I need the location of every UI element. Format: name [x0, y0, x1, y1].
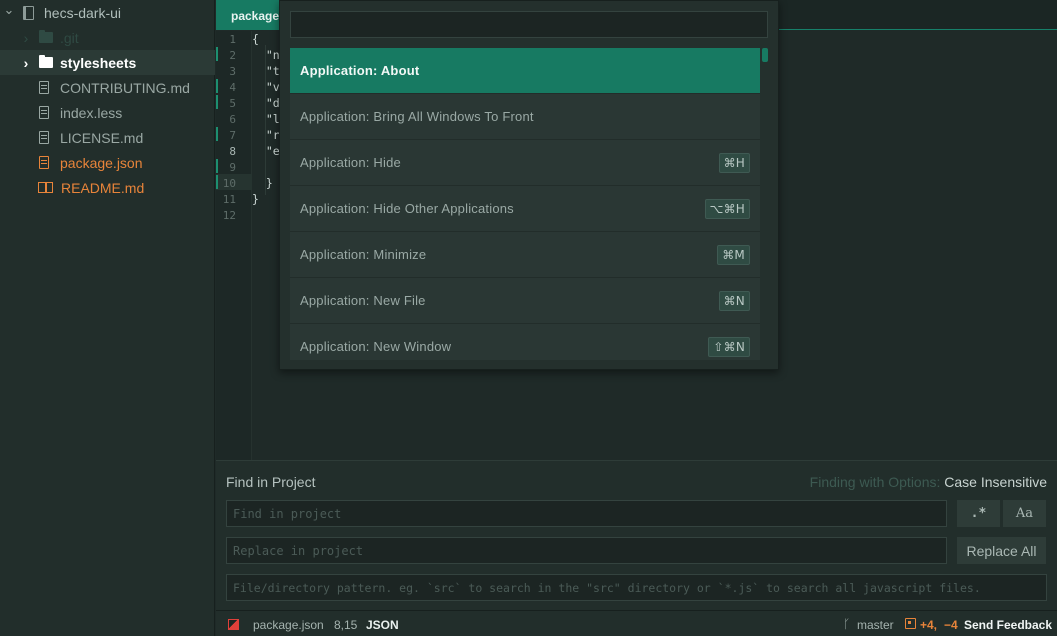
status-grammar[interactable]: JSON: [366, 618, 399, 632]
keybinding: ⌘H: [718, 153, 750, 173]
git-branch-icon: ᚴ: [843, 617, 851, 631]
tree-item-label: LICENSE.md: [60, 129, 144, 146]
case-sensitive-toggle-button[interactable]: Aa: [1003, 500, 1046, 527]
command-label: Application: Hide: [300, 155, 401, 170]
repo-icon: [23, 5, 34, 20]
file-text-icon: [39, 106, 49, 119]
code-line: }: [252, 192, 259, 206]
chevron-right-icon[interactable]: ›: [20, 30, 32, 46]
keybinding: ⌘M: [717, 245, 750, 265]
command-label: Application: Bring All Windows To Front: [300, 109, 534, 124]
command-palette: Application: About Application: Bring Al…: [279, 0, 779, 370]
line-number: 6: [229, 113, 236, 126]
code-line: "l: [252, 112, 280, 126]
tree-item-license[interactable]: LICENSE.md: [0, 125, 215, 150]
status-diff-added: +4,: [920, 618, 938, 632]
line-number: 12: [222, 209, 236, 222]
git-diff-icon: [905, 618, 916, 629]
code-line: "r: [252, 128, 280, 142]
tree-item-label: stylesheets: [60, 54, 137, 71]
tree-item-contributing[interactable]: CONTRIBUTING.md: [0, 75, 215, 100]
tree-item-label: hecs-dark-ui: [44, 4, 122, 21]
code-line: {: [252, 32, 259, 46]
book-icon: [38, 182, 53, 193]
line-number: 8: [229, 145, 236, 158]
line-number: 3: [229, 65, 236, 78]
command-palette-input[interactable]: [290, 11, 768, 38]
folder-icon: [39, 30, 53, 43]
keybinding: ⌘N: [718, 291, 750, 311]
command-item-hide-other[interactable]: Application: Hide Other Applications ⌥⌘H: [290, 186, 760, 232]
line-number: 1: [229, 33, 236, 46]
line-number-gutter: 1 2 3 4 5 6 7 8 9 10 11 12: [216, 31, 252, 460]
keybinding: ⇧⌘N: [708, 337, 750, 357]
code-line: "v: [252, 80, 280, 94]
keybinding: ⌥⌘H: [704, 199, 750, 219]
linter-error-icon[interactable]: [228, 619, 239, 630]
tree-item-stylesheets[interactable]: › stylesheets: [0, 50, 215, 75]
find-options-value: Case Insensitive: [944, 474, 1047, 490]
replace-input[interactable]: [226, 537, 947, 564]
line-number: 10: [222, 177, 236, 190]
code-line: "d: [252, 96, 280, 110]
regex-toggle-button[interactable]: .*: [957, 500, 1000, 527]
command-item-hide[interactable]: Application: Hide ⌘H: [290, 140, 760, 186]
status-git-branch[interactable]: master: [857, 618, 894, 632]
line-number: 5: [229, 97, 236, 110]
command-list-scrollbar[interactable]: [762, 48, 768, 62]
folder-icon: [39, 55, 53, 68]
line-number: 7: [229, 129, 236, 142]
command-list: Application: About Application: Bring Al…: [290, 48, 760, 360]
tree-item-package-json[interactable]: package.json: [0, 150, 215, 175]
code-line: }: [252, 176, 273, 190]
line-number: 4: [229, 81, 236, 94]
command-label: Application: New Window: [300, 339, 452, 354]
command-item-minimize[interactable]: Application: Minimize ⌘M: [290, 232, 760, 278]
replace-all-button[interactable]: Replace All: [957, 537, 1046, 564]
tree-item-label: .git: [60, 29, 79, 46]
command-item-new-file[interactable]: Application: New File ⌘N: [290, 278, 760, 324]
find-in-project-panel: Find in Project Finding with Options: Ca…: [216, 460, 1057, 610]
command-item-new-window[interactable]: Application: New Window ⇧⌘N: [290, 324, 760, 360]
tree-item-label: README.md: [61, 179, 145, 196]
line-number: 11: [222, 193, 236, 206]
line-number: 2: [229, 49, 236, 62]
chevron-down-icon[interactable]: ⌄: [3, 2, 15, 18]
file-text-icon: [39, 156, 49, 169]
send-feedback-link[interactable]: Send Feedback: [964, 618, 1052, 632]
command-label: Application: New File: [300, 293, 426, 308]
command-label: Application: About: [300, 63, 420, 78]
tree-item-label: index.less: [60, 104, 123, 121]
command-item-bring-all-windows[interactable]: Application: Bring All Windows To Front: [290, 94, 760, 140]
file-text-icon: [39, 81, 49, 94]
file-text-icon: [39, 131, 49, 144]
status-bar: package.json 8,15 JSON ᚴ master +4, −4 S…: [216, 610, 1057, 636]
tab-package-json[interactable]: package.json: [216, 0, 280, 30]
code-line: "e: [252, 144, 280, 158]
command-item-about[interactable]: Application: About: [290, 48, 760, 94]
tree-item-root[interactable]: ⌄ hecs-dark-ui: [0, 0, 215, 25]
find-options-summary: Finding with Options: Case Insensitive: [810, 474, 1047, 490]
path-filter-input[interactable]: [226, 574, 1047, 601]
tree-item-label: CONTRIBUTING.md: [60, 79, 190, 96]
tree-item-git[interactable]: › .git: [0, 25, 215, 50]
status-cursor-position[interactable]: 8,15: [334, 618, 357, 632]
chevron-right-icon[interactable]: ›: [20, 55, 32, 71]
find-panel-title: Find in Project: [226, 474, 316, 490]
tree-item-index-less[interactable]: index.less: [0, 100, 215, 125]
status-diff-removed: −4: [944, 618, 958, 632]
code-line: "n: [252, 48, 280, 62]
command-label: Application: Hide Other Applications: [300, 201, 514, 216]
tree-view: ⌄ hecs-dark-ui › .git › stylesheets CONT…: [0, 0, 215, 636]
find-input[interactable]: [226, 500, 947, 527]
code-line: "t: [252, 64, 280, 78]
status-file-path[interactable]: package.json: [253, 618, 324, 632]
line-number: 9: [229, 161, 236, 174]
tree-item-label: package.json: [60, 154, 143, 171]
command-label: Application: Minimize: [300, 247, 427, 262]
find-options-prefix: Finding with Options:: [809, 474, 941, 490]
tree-item-readme[interactable]: README.md: [0, 175, 215, 200]
